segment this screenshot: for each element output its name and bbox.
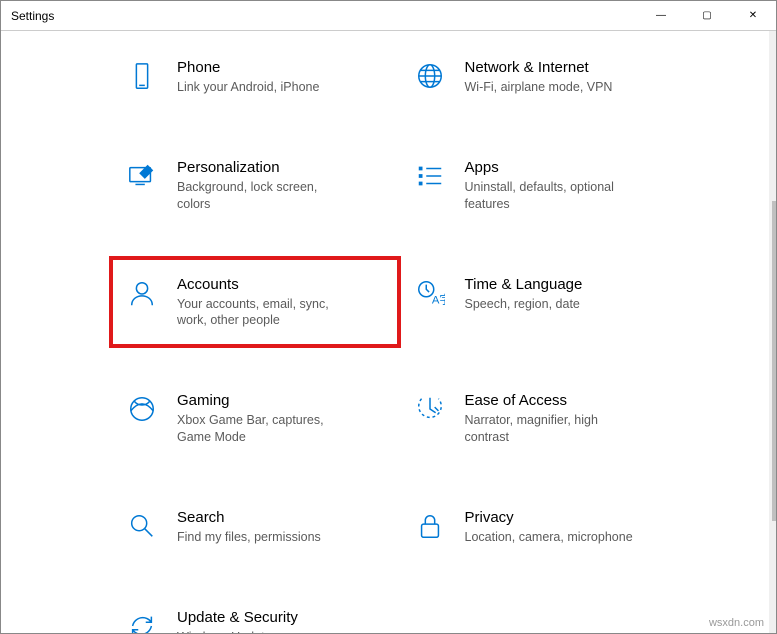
settings-item-search[interactable]: Search Find my files, permissions [121, 501, 389, 553]
scrollbar-thumb[interactable] [772, 201, 776, 521]
search-icon [125, 509, 159, 543]
item-title: Update & Security [177, 609, 347, 626]
close-button[interactable]: ✕ [730, 1, 776, 30]
globe-icon [413, 59, 447, 93]
watermark: wsxdn.com [709, 617, 764, 629]
settings-grid: Phone Link your Android, iPhone Network … [121, 51, 676, 633]
settings-item-update[interactable]: Update & Security Windows Update, recove… [121, 601, 389, 633]
item-title: Phone [177, 59, 319, 76]
settings-item-accounts[interactable]: Accounts Your accounts, email, sync, wor… [109, 256, 401, 349]
item-desc: Speech, region, date [465, 296, 583, 312]
minimize-button[interactable]: — [638, 1, 684, 30]
apps-icon [413, 159, 447, 193]
item-desc: Your accounts, email, sync, work, other … [177, 296, 347, 329]
privacy-icon [413, 509, 447, 543]
item-title: Apps [465, 159, 635, 176]
item-title: Privacy [465, 509, 633, 526]
item-title: Personalization [177, 159, 347, 176]
item-desc: Location, camera, microphone [465, 529, 633, 545]
time-language-icon: A字 [413, 276, 447, 310]
personalization-icon [125, 159, 159, 193]
settings-item-time-language[interactable]: A字 Time & Language Speech, region, date [409, 268, 677, 337]
svg-text:A字: A字 [431, 292, 444, 306]
item-desc: Background, lock screen, colors [177, 179, 347, 212]
phone-icon [125, 59, 159, 93]
item-desc: Windows Update, recovery, backup [177, 629, 347, 633]
item-desc: Narrator, magnifier, high contrast [465, 412, 635, 445]
accounts-icon [125, 276, 159, 310]
item-desc: Uninstall, defaults, optional features [465, 179, 635, 212]
settings-item-gaming[interactable]: Gaming Xbox Game Bar, captures, Game Mod… [121, 384, 389, 453]
item-desc: Xbox Game Bar, captures, Game Mode [177, 412, 347, 445]
item-desc: Find my files, permissions [177, 529, 321, 545]
settings-item-ease-of-access[interactable]: Ease of Access Narrator, magnifier, high… [409, 384, 677, 453]
item-title: Time & Language [465, 276, 583, 293]
item-title: Gaming [177, 392, 347, 409]
settings-item-personalization[interactable]: Personalization Background, lock screen,… [121, 151, 389, 220]
window-title: Settings [11, 9, 54, 23]
item-title: Search [177, 509, 321, 526]
settings-item-network[interactable]: Network & Internet Wi-Fi, airplane mode,… [409, 51, 677, 103]
item-title: Ease of Access [465, 392, 635, 409]
titlebar: Settings — ▢ ✕ [1, 1, 776, 31]
settings-item-apps[interactable]: Apps Uninstall, defaults, optional featu… [409, 151, 677, 220]
window-controls: — ▢ ✕ [638, 1, 776, 30]
item-desc: Wi-Fi, airplane mode, VPN [465, 79, 613, 95]
scrollbar-track[interactable] [769, 31, 776, 633]
maximize-button[interactable]: ▢ [684, 1, 730, 30]
update-icon [125, 609, 159, 633]
settings-item-privacy[interactable]: Privacy Location, camera, microphone [409, 501, 677, 553]
gaming-icon [125, 392, 159, 426]
settings-content: Phone Link your Android, iPhone Network … [1, 31, 776, 633]
settings-item-phone[interactable]: Phone Link your Android, iPhone [121, 51, 389, 103]
item-title: Network & Internet [465, 59, 613, 76]
item-desc: Link your Android, iPhone [177, 79, 319, 95]
item-title: Accounts [177, 276, 347, 293]
ease-of-access-icon [413, 392, 447, 426]
